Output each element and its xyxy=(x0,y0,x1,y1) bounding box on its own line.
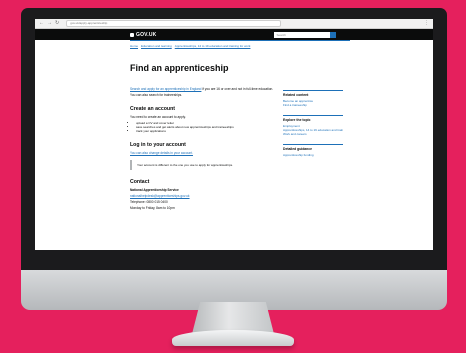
intro-text: if you are 16 or over and not in full-ti… xyxy=(202,87,274,91)
breadcrumb-education[interactable]: Education and learning xyxy=(141,44,172,48)
govuk-logo[interactable]: GOV.UK xyxy=(136,32,156,38)
create-account-list: upload a CV and cover letter save search… xyxy=(130,121,270,133)
explore-title: Explore the topic xyxy=(283,118,311,122)
menu-icon[interactable]: ⋮ xyxy=(424,21,429,26)
explore-topic-block: Explore the topic Employment Apprentices… xyxy=(283,115,343,136)
breadcrumb: Home Education and learning Apprenticesh… xyxy=(130,44,433,48)
create-account-heading: Create an account xyxy=(130,106,175,112)
apply-link[interactable]: Search and apply for an apprenticeship i… xyxy=(130,87,201,91)
related-content-block: Related content Become an apprentice Fin… xyxy=(283,90,343,107)
contact-phone: Telephone: 0800 015 0400 xyxy=(130,200,168,204)
search-icon[interactable] xyxy=(330,31,337,38)
contact-hours: Monday to Friday, 8am to 10pm xyxy=(130,206,175,210)
contact-heading: Contact xyxy=(130,179,150,185)
search-input[interactable]: Search xyxy=(274,31,337,38)
related-link[interactable]: Find a traineeship xyxy=(283,103,343,107)
related-title: Related content xyxy=(283,93,309,97)
guidance-title: Detailed guidance xyxy=(283,147,313,151)
contact-email[interactable]: nationalhelpdesk@apprenticeships.gov.uk xyxy=(130,194,270,198)
explore-link[interactable]: Work and careers xyxy=(283,132,343,136)
login-link[interactable]: You can also change details in your acco… xyxy=(130,151,270,155)
back-icon[interactable]: ← xyxy=(39,21,44,26)
guidance-link[interactable]: Apprenticeship funding xyxy=(283,153,343,157)
intro-more: You can also search for traineeships. xyxy=(130,93,183,97)
intro-paragraph: Search and apply for an apprenticeship i… xyxy=(130,87,274,91)
contact-subheading: National Apprenticeship Service xyxy=(130,188,179,192)
login-heading: Log in to your account xyxy=(130,142,186,148)
detailed-guidance-block: Detailed guidance Apprenticeship funding xyxy=(283,144,343,157)
breadcrumb-home[interactable]: Home xyxy=(130,44,138,48)
address-bar[interactable]: gov.uk/apply-apprenticeship xyxy=(66,20,282,27)
browser-screen: ← → ↻ gov.uk/apply-apprenticeship ⋮ GOV.… xyxy=(35,19,433,250)
page-title: Find an apprenticeship xyxy=(130,63,229,73)
browser-toolbar: ← → ↻ gov.uk/apply-apprenticeship ⋮ xyxy=(35,19,433,29)
reload-icon[interactable]: ↻ xyxy=(55,21,59,26)
list-item: track your applications xyxy=(136,129,270,133)
search-placeholder: Search xyxy=(276,32,286,37)
breadcrumb-apprenticeships[interactable]: Apprenticeships, 14 to 19 education and … xyxy=(175,44,251,48)
main-content: Find an apprenticeship Search and apply … xyxy=(130,63,274,212)
related-sidebar: Related content Become an apprentice Fin… xyxy=(283,90,343,165)
inset-text: Your account is different to the one you… xyxy=(130,160,270,170)
gov-header: GOV.UK Search xyxy=(35,29,433,40)
monitor-base xyxy=(172,330,294,346)
forward-icon[interactable]: → xyxy=(47,21,52,26)
header-underline xyxy=(130,40,350,41)
create-account-text: You need to create an account to apply. xyxy=(130,115,186,119)
crown-icon xyxy=(130,32,134,37)
